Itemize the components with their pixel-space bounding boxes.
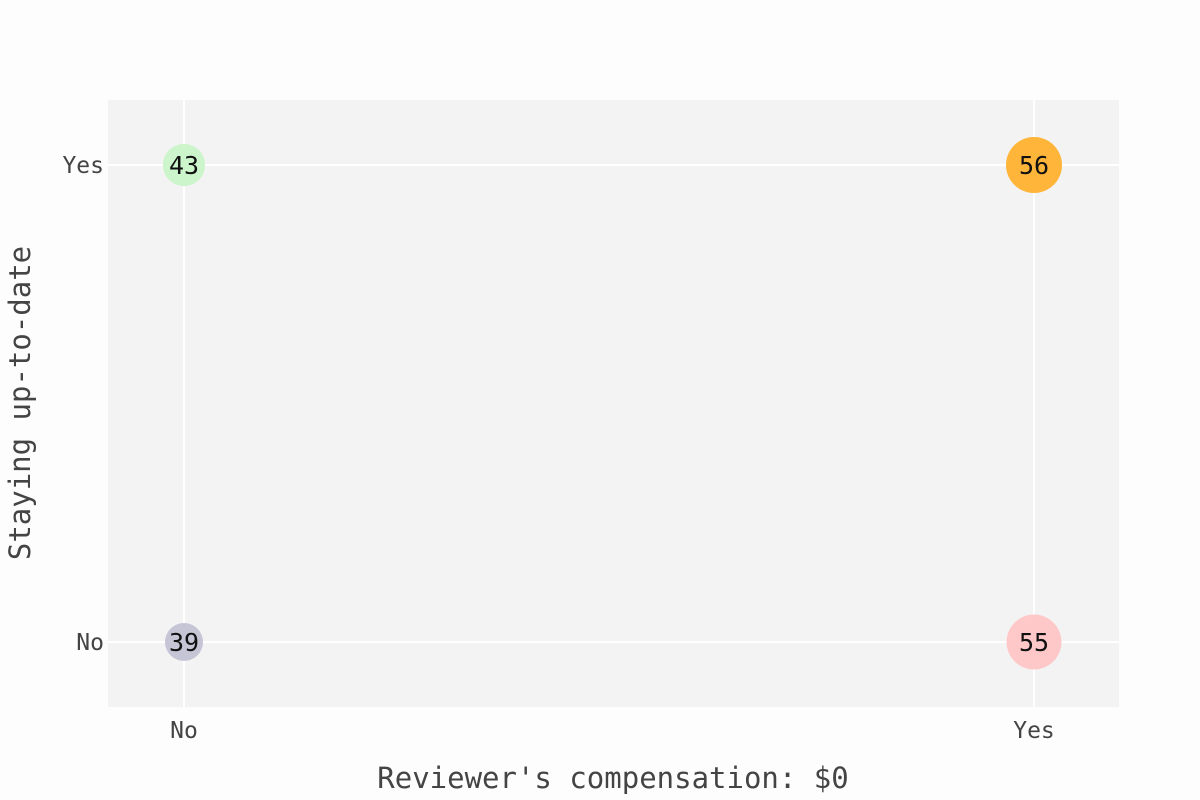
y-tick-label: No [76, 630, 104, 656]
bubble-value-label: 56 [1019, 151, 1049, 180]
x-axis-title: Reviewer's compensation: $0 [377, 761, 848, 795]
y-axis-title: Staying up-to-date [3, 246, 37, 560]
x-tick-label: Yes [1013, 718, 1055, 744]
bubble-chart: 43 56 39 55 No Yes No Yes Reviewer's compensa… [3, 100, 1119, 795]
x-axis-ticks: No Yes [170, 718, 1055, 744]
x-tick-label: No [170, 718, 198, 744]
bubble-value-label: 39 [169, 628, 199, 657]
bubble-value-label: 55 [1019, 628, 1049, 657]
y-axis-ticks: No Yes [62, 153, 104, 656]
bubble-value-label: 43 [169, 151, 199, 180]
plot-area [108, 100, 1119, 707]
y-tick-label: Yes [62, 153, 104, 179]
